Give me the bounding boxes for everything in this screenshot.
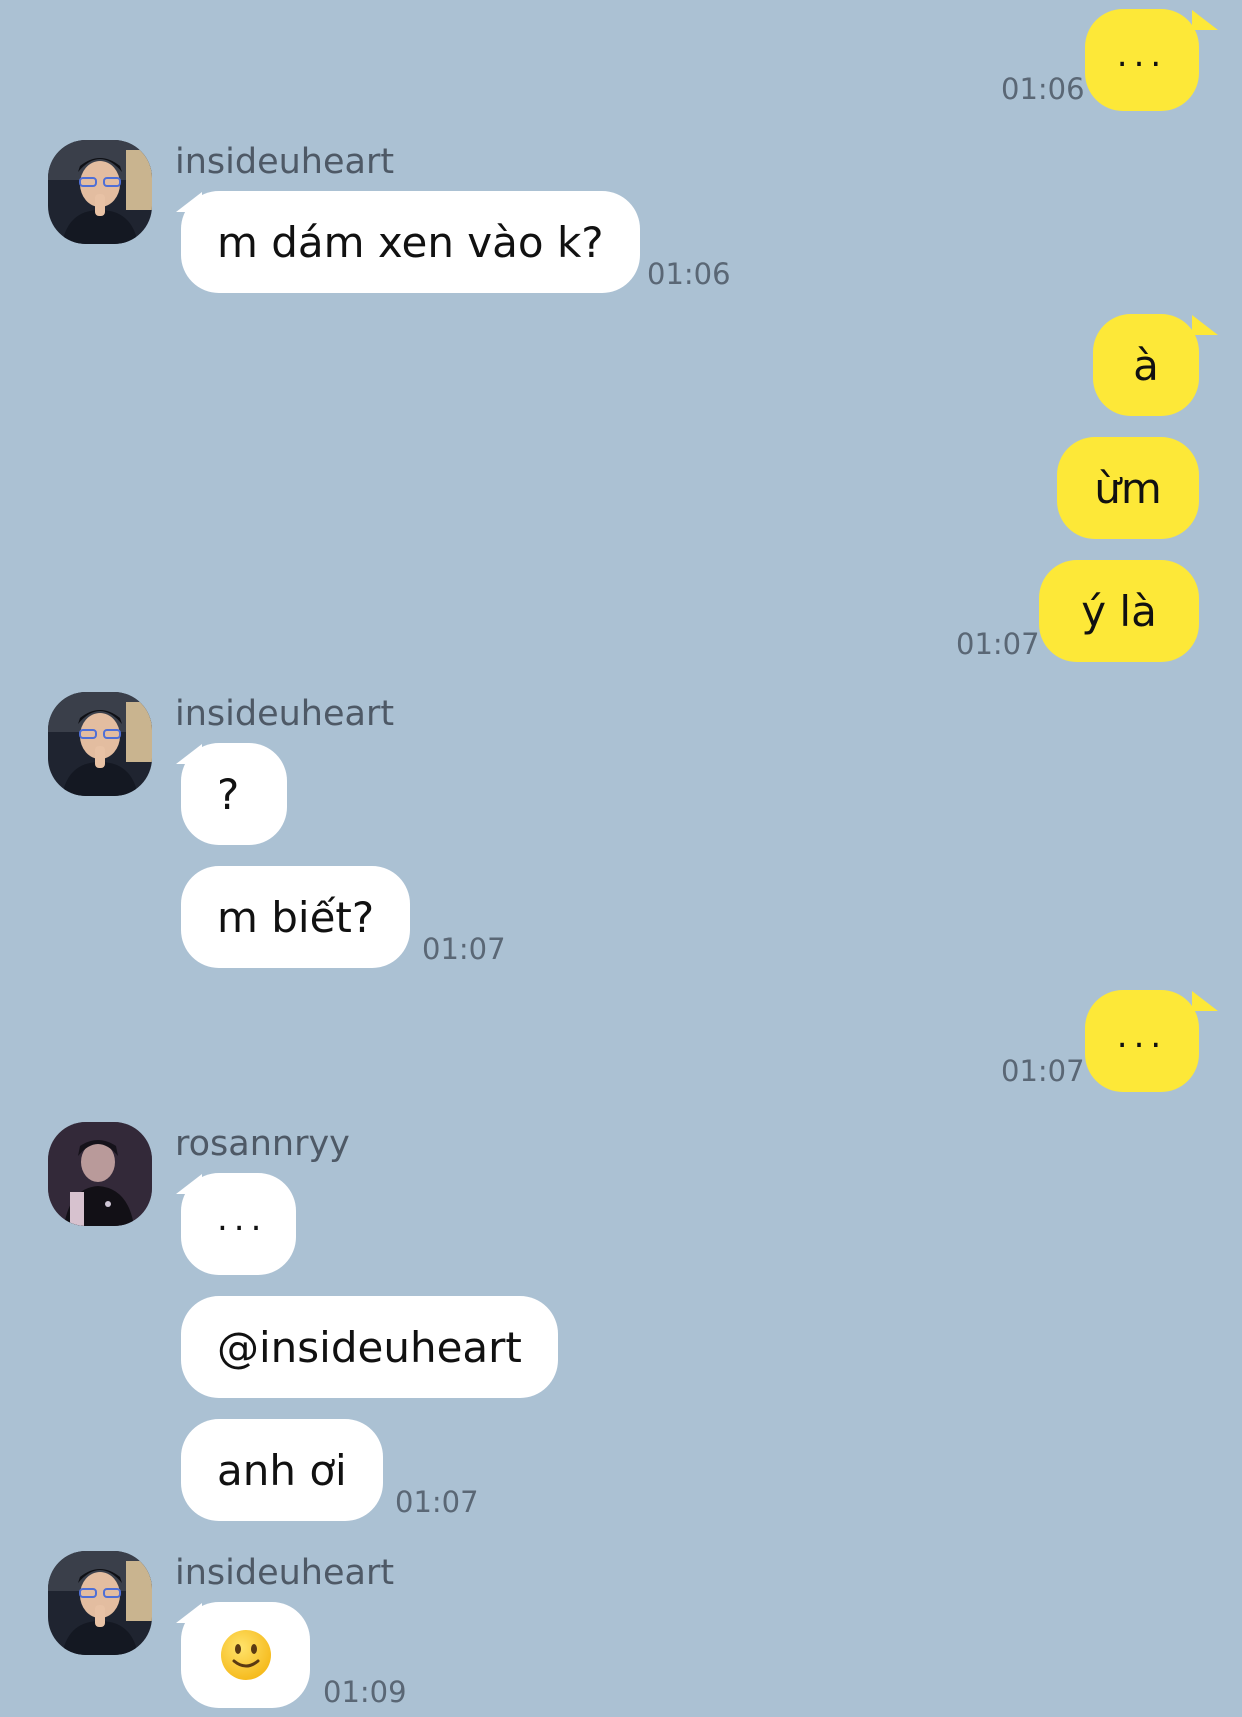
sender-name: insideuheart bbox=[175, 1553, 395, 1593]
message-time: 01:07 bbox=[1001, 1054, 1085, 1088]
message-time: 01:07 bbox=[395, 1485, 479, 1519]
avatar-rosannryy[interactable] bbox=[48, 1122, 152, 1226]
bubble-tail bbox=[1192, 991, 1218, 1011]
message-text: ý là bbox=[1081, 586, 1157, 636]
message-text: ... bbox=[1116, 35, 1168, 75]
outgoing-message-bubble[interactable]: à bbox=[1093, 314, 1199, 416]
avatar-insideuheart[interactable] bbox=[48, 1551, 152, 1655]
outgoing-message-bubble[interactable]: ừm bbox=[1057, 437, 1199, 539]
slightly-smiling-face-icon bbox=[220, 1630, 271, 1680]
message-time: 01:06 bbox=[647, 257, 731, 291]
chat-transcript: 01:06 ... insideuheart m dám xen vào k? … bbox=[0, 0, 1242, 1717]
bubble-tail bbox=[1192, 315, 1218, 335]
incoming-message-bubble[interactable]: ... bbox=[181, 1173, 296, 1275]
outgoing-message-bubble[interactable]: ... bbox=[1085, 9, 1199, 111]
message-text: ... bbox=[1116, 1016, 1168, 1056]
message-time: 01:07 bbox=[422, 932, 506, 966]
message-text: m biết? bbox=[217, 892, 375, 942]
incoming-message-bubble[interactable] bbox=[181, 1602, 310, 1708]
message-time: 01:07 bbox=[956, 627, 1040, 661]
incoming-message-bubble[interactable]: m dám xen vào k? bbox=[181, 191, 640, 293]
incoming-message-bubble[interactable]: @insideuheart bbox=[181, 1296, 558, 1398]
message-text: à bbox=[1133, 340, 1159, 390]
message-text: ừm bbox=[1094, 463, 1162, 513]
message-text: ? bbox=[217, 769, 240, 819]
incoming-message-bubble[interactable]: ? bbox=[181, 743, 287, 845]
message-text: m dám xen vào k? bbox=[217, 217, 604, 267]
message-text: @insideuheart bbox=[217, 1322, 522, 1372]
message-time: 01:06 bbox=[1001, 72, 1085, 106]
avatar-insideuheart[interactable] bbox=[48, 140, 152, 244]
sender-name: insideuheart bbox=[175, 694, 395, 734]
avatar-insideuheart[interactable] bbox=[48, 692, 152, 796]
message-text: anh ơi bbox=[217, 1445, 347, 1495]
bubble-tail bbox=[1192, 10, 1218, 30]
outgoing-message-bubble[interactable]: ý là bbox=[1039, 560, 1199, 662]
message-text: ... bbox=[217, 1199, 268, 1239]
sender-name: rosannryy bbox=[175, 1124, 350, 1164]
message-time: 01:09 bbox=[323, 1675, 407, 1709]
incoming-message-bubble[interactable]: anh ơi bbox=[181, 1419, 383, 1521]
sender-name: insideuheart bbox=[175, 142, 395, 182]
incoming-message-bubble[interactable]: m biết? bbox=[181, 866, 411, 968]
outgoing-message-bubble[interactable]: ... bbox=[1085, 990, 1199, 1092]
